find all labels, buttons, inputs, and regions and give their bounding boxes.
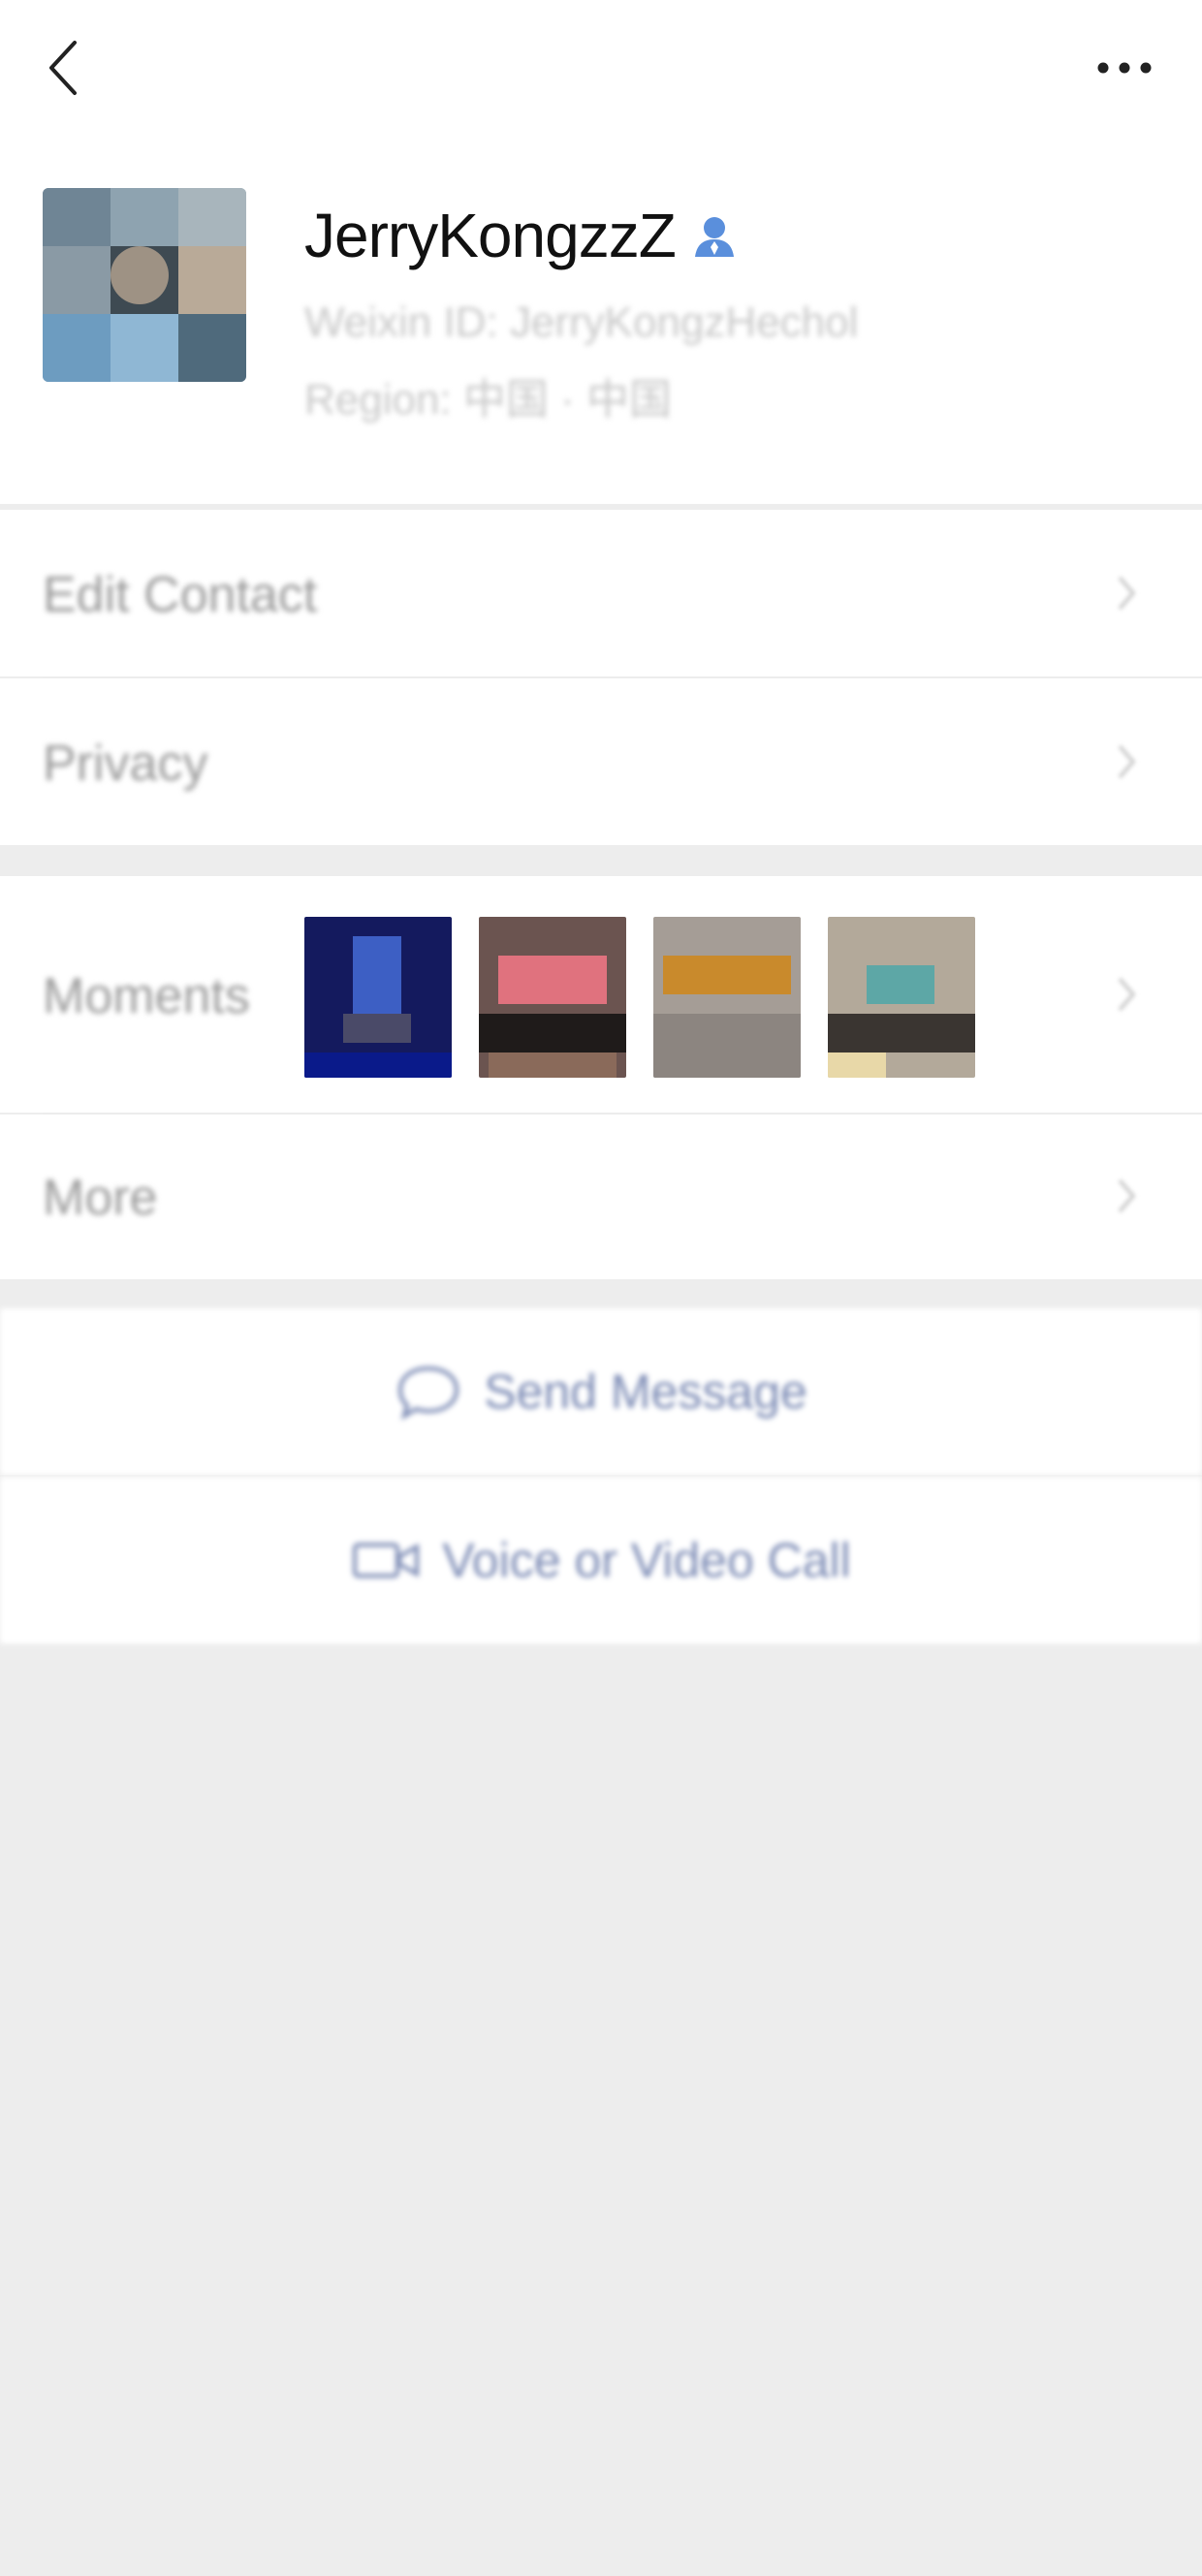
chevron-right-icon (1107, 1177, 1146, 1215)
edit-contact-row[interactable]: Edit Contact (0, 510, 1202, 676)
chevron-left-icon (49, 41, 77, 95)
back-button[interactable] (29, 29, 97, 107)
voice-video-call-button[interactable]: Voice or Video Call (0, 1477, 1202, 1644)
moments-thumbnail (828, 917, 975, 1078)
top-navigation-bar (0, 0, 1202, 145)
more-options-button[interactable] (1086, 39, 1163, 97)
privacy-label: Privacy (43, 736, 208, 792)
privacy-row[interactable]: Privacy (0, 678, 1202, 845)
chevron-right-icon (1107, 742, 1146, 781)
moments-thumbnail (304, 917, 452, 1078)
chevron-right-icon (1107, 975, 1146, 1014)
chevron-right-icon (1107, 574, 1146, 613)
more-label: More (43, 1170, 158, 1226)
name-row: JerryKongzzZ (304, 200, 738, 271)
moments-label: Moments (43, 968, 250, 1024)
moments-row[interactable]: Moments (0, 876, 1202, 1113)
moments-thumbnail (479, 917, 626, 1078)
profile-header: JerryKongzzZ Weixin ID: JerryKongzHechol… (0, 145, 1202, 504)
more-row[interactable]: More (0, 1115, 1202, 1279)
person-icon (694, 217, 734, 257)
edit-contact-label: Edit Contact (43, 567, 318, 623)
profile-page: JerryKongzzZ Weixin ID: JerryKongzHechol… (0, 0, 1202, 2576)
send-message-button[interactable]: Send Message (0, 1308, 1202, 1475)
moments-thumbnails (304, 917, 975, 1078)
avatar[interactable] (43, 188, 246, 382)
display-name: JerryKongzzZ (304, 201, 677, 270)
voice-video-call-label: Voice or Video Call (442, 1533, 851, 1587)
send-message-label: Send Message (484, 1365, 807, 1419)
video-camera-icon (353, 1543, 420, 1578)
more-horizontal-icon (1097, 62, 1152, 74)
weixin-id: Weixin ID: JerryKongzHechol (304, 298, 859, 346)
chat-bubble-icon (398, 1366, 459, 1421)
moments-thumbnail (653, 917, 801, 1078)
region: Region: 中国 · 中国 (304, 376, 672, 424)
